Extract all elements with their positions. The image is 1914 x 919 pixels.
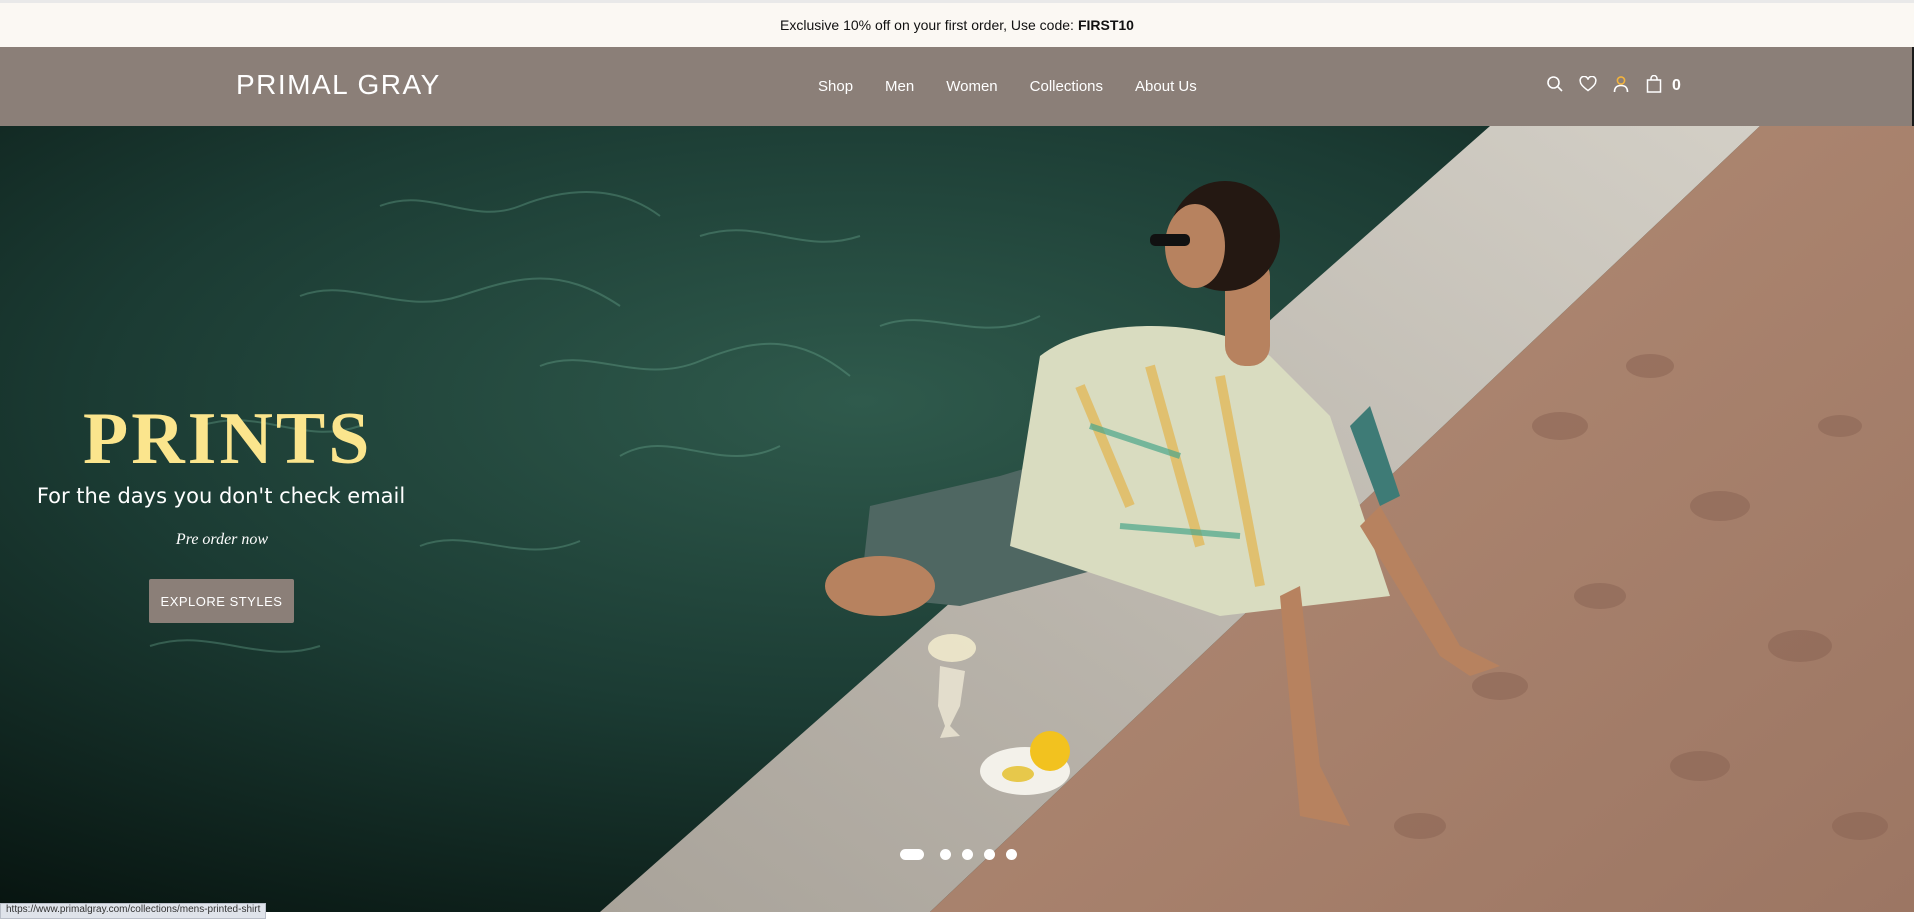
nav-about-us[interactable]: About Us — [1135, 78, 1197, 95]
carousel-dot-1[interactable] — [900, 849, 924, 860]
carousel-dot-2[interactable] — [940, 849, 951, 860]
nav-women[interactable]: Women — [946, 78, 997, 95]
main-nav: Shop Men Women Collections About Us — [818, 78, 1229, 95]
heart-icon[interactable] — [1577, 73, 1599, 95]
announcement-text: Exclusive 10% off on your first order, U… — [780, 17, 1074, 33]
carousel-dot-3[interactable] — [962, 849, 973, 860]
hero-title: PRINTS — [83, 398, 373, 480]
announcement-bar: Exclusive 10% off on your first order, U… — [0, 0, 1914, 47]
hero-image — [0, 126, 1914, 912]
carousel-dots — [900, 849, 1028, 860]
cart-count: 0 — [1672, 77, 1681, 94]
hero-preorder-text: Pre order now — [175, 531, 269, 548]
carousel-dot-4[interactable] — [984, 849, 995, 860]
status-bar-url: https://www.primalgray.com/collections/m… — [0, 903, 267, 919]
promo-code: FIRST10 — [1077, 17, 1134, 33]
user-icon[interactable] — [1610, 73, 1632, 95]
site-header: PRIMAL GRAY Shop Men Women Collections A… — [0, 47, 1914, 126]
hero-subtitle: For the days you don't check email — [36, 484, 406, 508]
header-icons: 0 — [1544, 73, 1681, 95]
nav-collections[interactable]: Collections — [1030, 78, 1103, 95]
nav-men[interactable]: Men — [885, 78, 914, 95]
bag-icon[interactable] — [1643, 73, 1665, 95]
search-icon[interactable] — [1544, 73, 1566, 95]
logo[interactable]: PRIMAL GRAY — [236, 69, 441, 101]
explore-styles-button[interactable]: EXPLORE STYLES — [149, 579, 294, 623]
nav-shop[interactable]: Shop — [818, 78, 853, 95]
hero-banner[interactable]: PRINTS For the days you don't check emai… — [0, 126, 1914, 912]
carousel-dot-5[interactable] — [1006, 849, 1017, 860]
